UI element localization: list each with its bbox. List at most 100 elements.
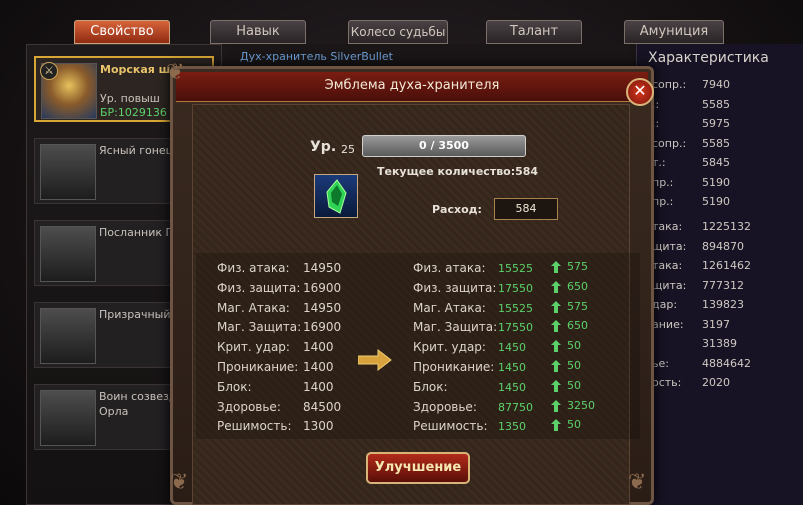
stat-label: Физ. защита: (217, 280, 301, 295)
stat-label: така: (652, 259, 683, 272)
stat-value: 894870 (702, 239, 744, 253)
arrow-up-icon (551, 261, 561, 273)
arrow-up-icon (551, 340, 561, 353)
ornament-icon: ❦ (628, 470, 647, 495)
stat-label: ание: (652, 317, 684, 331)
stat-current-value: 14950 (303, 261, 342, 275)
guardian-portrait (40, 308, 96, 364)
stat-value: 7940 (702, 78, 730, 91)
crossed-swords-icon: ⚔ (40, 62, 58, 80)
emblem-icon (314, 174, 358, 218)
stat-value: 5190 (702, 175, 730, 189)
stat-label: щита: (652, 278, 687, 292)
xp-text: 0 / 3500 (419, 139, 469, 152)
stat-new-label: Блок: (413, 379, 448, 394)
tab-ammunition[interactable]: Амуниция (624, 20, 724, 44)
stat-label: щита: (652, 239, 687, 253)
stat-value: 31389 (702, 337, 737, 350)
tab-fate-wheel[interactable]: Колесо судьбы (348, 20, 448, 44)
stat-new-label: Здоровье: (413, 399, 477, 414)
stat-new-value: 87750 (498, 400, 533, 414)
stat-new-label: Маг. Атака: (413, 300, 486, 315)
stat-value: 139823 (702, 298, 744, 311)
stat-current-value: 1400 (303, 340, 334, 355)
arrow-up-icon (551, 300, 561, 313)
stat-increase: 3250 (567, 398, 595, 412)
tab-talent[interactable]: Талант (486, 20, 582, 44)
stat-label: Физ. атака: (217, 261, 290, 275)
stat-current-value: 1400 (303, 360, 334, 374)
stat-label: сопр.: (652, 136, 687, 150)
stat-label: ость: (652, 376, 682, 389)
stat-new-label: Проникание: (413, 360, 495, 374)
arrow-up-icon (551, 280, 561, 293)
stat-current-value: 14950 (303, 300, 342, 315)
guardian-portrait (40, 390, 96, 446)
stat-increase: 575 (567, 299, 588, 313)
stat-value: 5585 (702, 136, 730, 150)
stat-new-label: Физ. атака: (413, 261, 486, 275)
stat-current-value: 84500 (303, 399, 342, 414)
arrow-up-icon (551, 419, 561, 432)
guardian-level-text: Ур. повыш (100, 92, 160, 105)
stat-increase: 50 (567, 339, 581, 353)
stat-new-value: 1450 (498, 361, 526, 374)
spend-label: Расход: (432, 203, 482, 216)
stat-label: т.: (652, 156, 666, 169)
stat-current-value: 16900 (303, 280, 342, 295)
level-value: 25 (341, 143, 355, 156)
stat-value: 1261462 (702, 259, 751, 272)
stat-increase: 575 (567, 260, 588, 273)
stat-label: ье: (652, 356, 669, 370)
arrow-up-icon (551, 399, 561, 412)
stat-label: Маг. Защита: (217, 320, 302, 335)
spend-value: 584 (494, 198, 558, 220)
stat-value: 4884642 (702, 356, 751, 370)
stat-new-label: Маг. Защита: (413, 320, 498, 335)
stat-new-label: Физ. защита: (413, 280, 497, 295)
stat-increase: 50 (567, 359, 581, 372)
arrow-up-icon (551, 320, 561, 333)
stat-value: 5585 (702, 97, 730, 111)
characteristics-title: Характеристика (648, 50, 769, 66)
stat-value: 5975 (702, 117, 730, 130)
characteristics-panel (636, 44, 803, 505)
stat-value: 1225132 (702, 220, 751, 233)
stat-label: Решимость: (217, 419, 292, 434)
stat-increase: 650 (567, 319, 588, 333)
stat-label: Проникание: (217, 360, 299, 374)
stat-current-value: 1300 (303, 419, 334, 434)
guardian-portrait (40, 144, 96, 200)
stat-current-value: 16900 (303, 320, 342, 335)
game-screen: Свойство Навык Колесо судьбы Талант Амун… (0, 0, 803, 505)
stat-new-value: 17550 (498, 321, 533, 335)
stat-label: Блок: (217, 379, 252, 394)
stat-value: 2020 (702, 376, 730, 389)
ornament-icon: ❦ (170, 470, 189, 495)
guardian-portrait (40, 226, 96, 282)
tab-property[interactable]: Свойство (74, 20, 170, 44)
guardian-owner-link[interactable]: Дух-хранитель SilverBullet (240, 50, 393, 63)
stat-label: сопр.: (652, 78, 687, 91)
stat-new-value: 1450 (498, 341, 526, 355)
stat-new-label: Решимость: (413, 419, 488, 434)
guardian-power: БР:1029136 (100, 106, 167, 119)
dialog-title: Эмблема духа-хранителя (324, 78, 500, 93)
stat-new-value: 1450 (498, 380, 526, 394)
stat-new-label: Крит. удар: (413, 340, 486, 355)
stat-value: 5845 (702, 156, 730, 169)
stat-label: Маг. Атака: (217, 300, 290, 315)
current-count: Текущее количество:584 (377, 165, 539, 178)
xp-progress-bar: 0 / 3500 (362, 135, 526, 157)
stat-value: 3197 (702, 317, 730, 331)
stat-new-value: 15525 (498, 262, 533, 275)
stat-label: Здоровье: (217, 399, 281, 414)
stat-label: пр.: (652, 175, 674, 189)
tab-skill[interactable]: Навык (210, 20, 306, 44)
arrow-up-icon (551, 360, 561, 372)
stat-label: дар: (652, 298, 678, 311)
upgrade-button[interactable]: Улучшение (366, 452, 470, 484)
close-button[interactable]: ✕ (626, 78, 654, 106)
stat-new-value: 17550 (498, 281, 533, 295)
stat-current-value: 1400 (303, 379, 334, 394)
